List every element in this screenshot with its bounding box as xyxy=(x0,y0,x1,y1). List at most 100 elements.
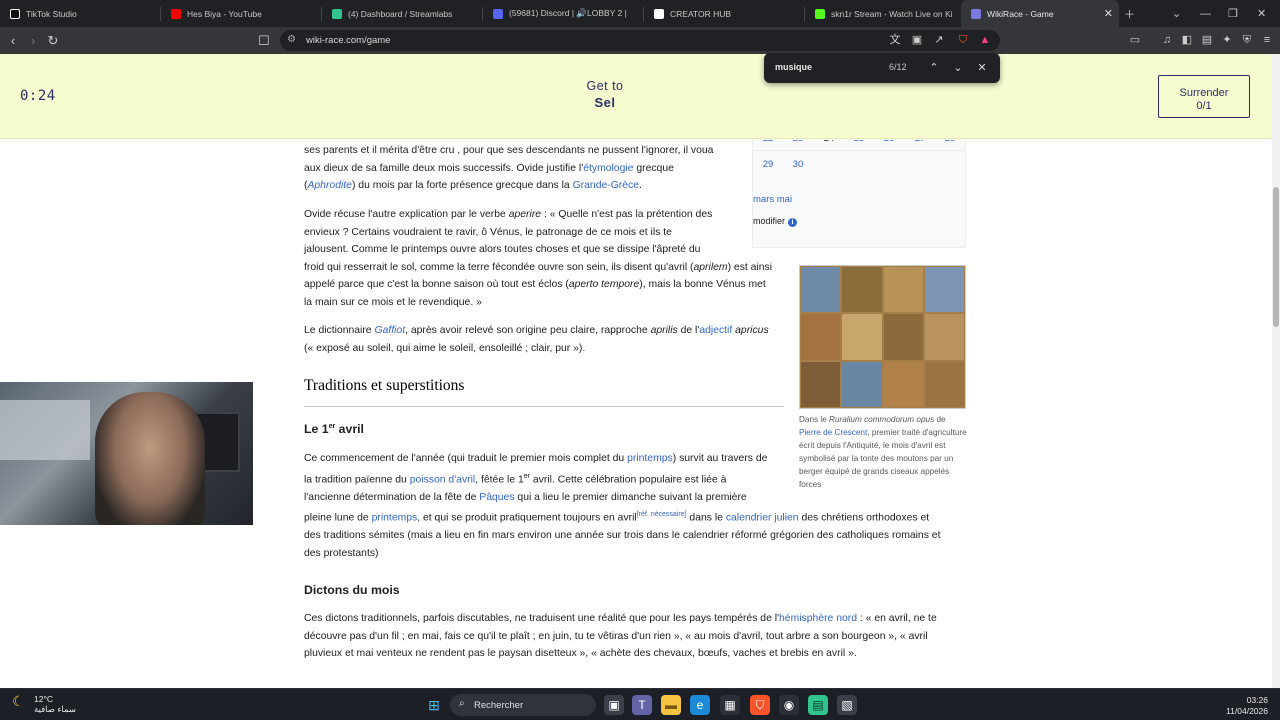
surrender-count: 0/1 xyxy=(1196,100,1212,112)
tab-label: WikiRace - Game xyxy=(987,8,1054,19)
link-grande-grece[interactable]: Grande-Grèce xyxy=(573,180,639,191)
calendar-day-link[interactable]: 26 xyxy=(874,140,904,144)
tab-kick-stream[interactable]: skn1r Stream - Watch Live on Ki xyxy=(805,0,961,27)
vpn-icon[interactable]: ⛨ xyxy=(1240,33,1254,47)
link-hemisphere-nord[interactable]: hémisphère nord xyxy=(779,613,857,624)
game-timer: 0:24 xyxy=(20,88,56,104)
chevron-down-icon[interactable]: ⌄ xyxy=(949,59,967,77)
calendar-day-link[interactable]: 23 xyxy=(783,140,813,144)
maximize-icon[interactable]: ❐ xyxy=(1228,0,1238,27)
reader-icon[interactable]: ◧ xyxy=(1180,33,1194,47)
brave-shields-icon[interactable]: ⛉ xyxy=(956,33,970,47)
link-adjectif[interactable]: adjectif xyxy=(699,325,732,336)
edit-link[interactable]: modifier i xyxy=(753,216,798,227)
calendar-day-link[interactable]: 25 xyxy=(844,140,874,144)
forward-icon[interactable]: › xyxy=(24,32,42,50)
minimize-icon[interactable]: — xyxy=(1200,0,1211,27)
leo-ai-icon[interactable]: ✦ xyxy=(1220,33,1234,47)
store-icon[interactable]: ▦ xyxy=(720,695,740,715)
browser-tab-strip: TikTok Studio Hes Biya - YouTube (4) Das… xyxy=(0,0,1280,27)
task-view-icon[interactable]: ▣ xyxy=(604,695,624,715)
tab-label: (4) Dashboard / Streamlabs xyxy=(348,8,453,19)
tab-streamlabs[interactable]: (4) Dashboard / Streamlabs xyxy=(322,0,482,27)
windows-start-icon[interactable]: ⊞ xyxy=(424,695,444,715)
calendar-day-link[interactable]: 30 xyxy=(783,159,813,170)
chevron-up-icon[interactable]: ⌃ xyxy=(925,59,943,77)
link-printemps[interactable]: printemps xyxy=(627,453,673,464)
new-tab-icon[interactable]: ＋ xyxy=(1124,0,1135,27)
moon-icon: ☾ xyxy=(12,693,25,709)
bookmark-icon[interactable]: ☐ xyxy=(255,32,273,50)
calendar-day-link[interactable]: 24 xyxy=(814,140,844,144)
app-icon[interactable]: ▧ xyxy=(837,695,857,715)
tab-label: Hes Biya - YouTube xyxy=(187,8,262,19)
file-explorer-icon[interactable]: ▬ xyxy=(661,695,681,715)
tab-label: (59681) Discord | 🔊LOBBY 2 | xyxy=(509,8,627,18)
sidebar-icon[interactable]: ▭ xyxy=(1128,33,1142,47)
webcam-overlay xyxy=(0,382,253,525)
find-input[interactable]: musique xyxy=(775,62,812,72)
brave-icon[interactable]: ⛉ xyxy=(750,695,770,715)
tab-search-icon[interactable]: ⌄ xyxy=(1172,0,1181,27)
paragraph-etymology: ses parents et il mérita d'être cru , po… xyxy=(304,145,714,192)
tab-wikirace[interactable]: WikiRace - Game ✕ xyxy=(961,0,1119,27)
tab-tiktok-studio[interactable]: TikTok Studio xyxy=(0,0,160,27)
music-icon[interactable]: ♫ xyxy=(1160,33,1174,47)
image-caption: Dans le Ruralium commodorum opus de Pier… xyxy=(799,415,967,489)
close-tab-icon[interactable]: ✕ xyxy=(1104,7,1113,20)
goal-label: Get to xyxy=(586,79,624,93)
link-aphrodite[interactable]: Aphrodite xyxy=(307,180,351,191)
scrollbar-thumb[interactable] xyxy=(1273,187,1279,327)
share-icon[interactable]: ↗ xyxy=(932,33,946,47)
find-icon[interactable]: ▣ xyxy=(910,33,924,47)
youtube-icon xyxy=(171,8,181,19)
calendar-day-link[interactable]: 22 xyxy=(753,140,783,144)
tab-label: CREATOR HUB xyxy=(670,8,732,19)
reload-icon[interactable]: ↻ xyxy=(44,32,62,50)
surrender-button[interactable]: Surrender 0/1 xyxy=(1158,75,1250,118)
site-info-icon[interactable]: ⚙ xyxy=(287,34,296,45)
medieval-miniature-image[interactable] xyxy=(799,265,966,409)
close-window-icon[interactable]: ✕ xyxy=(1257,0,1266,27)
link-gaffiot[interactable]: Gaffiot xyxy=(374,325,405,336)
kick-icon xyxy=(815,8,825,19)
paragraph-ovide: Ovide récuse l'autre explication par le … xyxy=(304,209,773,308)
tab-creator-hub[interactable]: CREATOR HUB xyxy=(644,0,804,27)
link-mars[interactable]: mars xyxy=(753,194,774,205)
obs-icon[interactable]: ◉ xyxy=(779,695,799,715)
tab-label: skn1r Stream - Watch Live on Ki xyxy=(831,8,953,19)
taskbar-search[interactable]: ⌕ Rechercher xyxy=(450,694,596,716)
link-calendrier-julien[interactable]: calendrier julien xyxy=(726,513,799,524)
info-icon: i xyxy=(788,218,798,227)
page-scrollbar[interactable] xyxy=(1272,54,1280,688)
translate-icon[interactable]: 文 xyxy=(888,33,902,47)
link-paques[interactable]: Pâques xyxy=(479,492,514,503)
wallet-icon[interactable]: ▤ xyxy=(1200,33,1214,47)
link-pierre-de-crescent[interactable]: Pierre de Crescent xyxy=(799,428,867,437)
surrender-label: Surrender xyxy=(1179,87,1229,99)
system-clock[interactable]: 03:26 11/04/2026 xyxy=(1222,695,1268,717)
find-in-page-bar: musique 6/12 ⌃ ⌄ ✕ xyxy=(764,53,1000,83)
calendar-day-link[interactable]: 29 xyxy=(753,159,783,170)
ref-needed-link[interactable]: [réf. nécessaire] xyxy=(637,511,687,518)
calendar-day-link[interactable]: 28 xyxy=(935,140,965,144)
link-printemps-2[interactable]: printemps xyxy=(372,513,418,524)
tab-youtube[interactable]: Hes Biya - YouTube xyxy=(161,0,321,27)
streamlabs-icon xyxy=(332,8,342,19)
streamlabs-taskbar-icon[interactable]: ▤ xyxy=(808,695,828,715)
link-mai[interactable]: mai xyxy=(777,194,792,205)
calendar-infobox: 22 23 24 25 26 27 28 29 30 mars mai modi… xyxy=(752,140,966,248)
heading-divider xyxy=(304,406,784,407)
brave-rewards-icon[interactable]: ▲ xyxy=(978,33,992,47)
edge-icon[interactable]: e xyxy=(690,695,710,715)
menu-icon[interactable]: ≡ xyxy=(1260,33,1274,47)
subsection-heading-dictons: Dictons du mois xyxy=(304,583,400,597)
tab-discord[interactable]: (59681) Discord | 🔊LOBBY 2 | xyxy=(483,0,643,27)
back-icon[interactable]: ‹ xyxy=(4,32,22,50)
teams-icon[interactable]: T xyxy=(632,695,652,715)
close-icon[interactable]: ✕ xyxy=(973,59,991,77)
calendar-day-link[interactable]: 27 xyxy=(905,140,935,144)
link-etymologie[interactable]: étymologie xyxy=(583,163,633,174)
link-poisson-davril[interactable]: poisson d'avril xyxy=(410,474,476,485)
creator-hub-icon xyxy=(654,8,664,19)
